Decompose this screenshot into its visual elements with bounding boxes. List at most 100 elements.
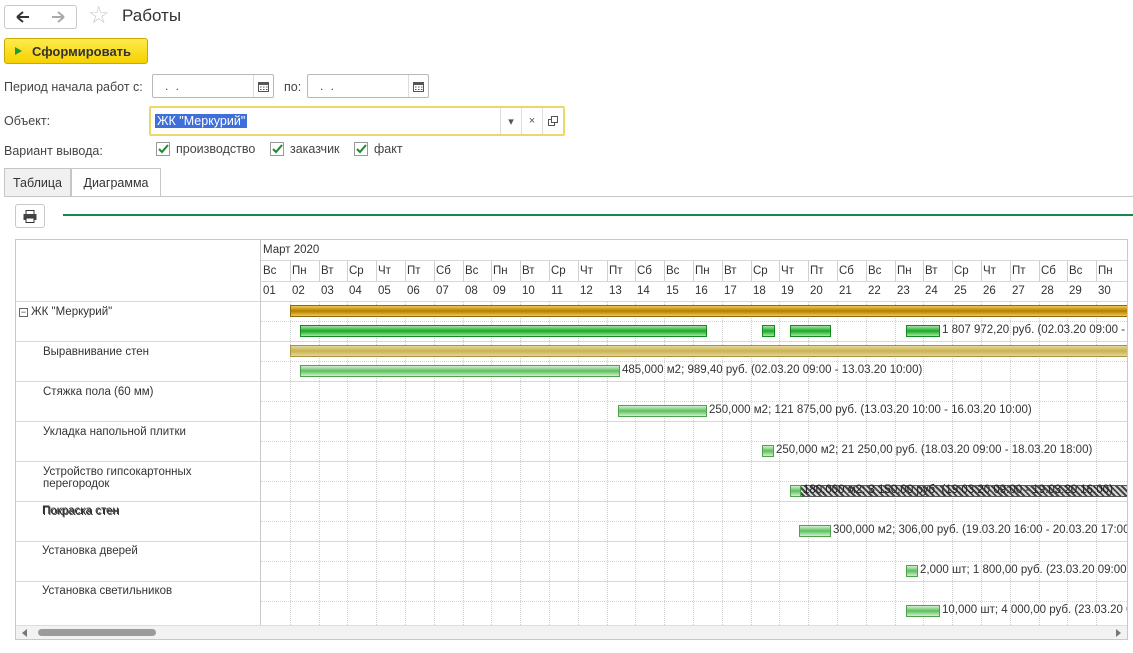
checkbox-fact[interactable]: факт — [354, 142, 403, 156]
day-name: Вт — [522, 265, 535, 277]
day-name: Пт — [810, 265, 824, 277]
checkbox-customer[interactable]: заказчик — [270, 142, 340, 156]
day-name: Сб — [637, 265, 652, 277]
day-name: Пт — [407, 265, 421, 277]
root-fact-bar[interactable] — [762, 325, 775, 337]
day-name: Чт — [580, 265, 593, 277]
task-bar[interactable] — [799, 525, 831, 537]
task-row-label[interactable]: Покраска стен — [42, 505, 119, 517]
day-divider — [491, 261, 492, 281]
tab-table[interactable]: Таблица — [4, 168, 71, 196]
day-name: Ср — [753, 265, 768, 277]
checkbox-label: заказчик — [290, 142, 340, 156]
bar-label: 300,000 м2; 306,00 руб. (19.03.20 16:00 … — [833, 524, 1127, 536]
day-name: Ср — [349, 265, 364, 277]
checkbox-production[interactable]: производство — [156, 142, 255, 156]
day-name: Вс — [263, 265, 277, 277]
month-header: Март 2020 — [261, 240, 1127, 261]
day-number: 19 — [781, 285, 794, 297]
back-button[interactable] — [4, 5, 41, 29]
day-name: Пт — [609, 265, 623, 277]
scroll-left-icon[interactable] — [22, 629, 27, 637]
root-plan-bar[interactable] — [290, 305, 1127, 317]
period-to-value: . . — [320, 79, 337, 93]
generate-button[interactable]: Сформировать — [4, 38, 148, 64]
tab-divider — [4, 196, 1133, 197]
period-to-label: по: — [284, 80, 302, 94]
object-value: ЖК "Меркурий" — [155, 114, 248, 128]
day-number: 23 — [897, 285, 910, 297]
arrow-left-icon — [15, 11, 29, 23]
task-bar[interactable] — [300, 365, 620, 377]
forward-button[interactable] — [40, 5, 77, 29]
arrow-right-icon — [52, 11, 65, 23]
task-bar[interactable] — [790, 485, 801, 497]
checkmark-icon — [270, 142, 284, 156]
task-bar[interactable] — [906, 565, 918, 577]
task-row-label[interactable]: Укладка напольной плитки — [43, 426, 186, 438]
day-divider — [635, 261, 636, 281]
task-row-label[interactable]: Выравнивание стен — [43, 346, 149, 358]
bar-label: 250,000 м2; 21 250,00 руб. (18.03.20 09:… — [776, 444, 1093, 456]
object-field[interactable]: ЖК "Меркурий" ▾ × — [149, 106, 565, 136]
day-divider — [952, 261, 953, 281]
scroll-thumb[interactable] — [38, 629, 156, 636]
dropdown-arrow-icon[interactable]: ▾ — [500, 108, 521, 134]
day-divider — [347, 261, 348, 281]
task-row-label[interactable]: Установка дверей — [42, 545, 138, 557]
calendar-icon[interactable] — [253, 75, 273, 97]
task-list: − ЖК "Меркурий" Выравнивание стен Стяжка … — [16, 240, 261, 639]
calendar-icon[interactable] — [408, 75, 428, 97]
day-number: 10 — [522, 285, 535, 297]
task-bar[interactable] — [762, 445, 774, 457]
period-from-field[interactable]: . . — [152, 74, 274, 98]
bar-label: 485,000 м2; 989,40 руб. (02.03.20 09:00 … — [622, 364, 923, 376]
day-number: 16 — [695, 285, 708, 297]
day-number: 09 — [493, 285, 506, 297]
day-divider — [405, 261, 406, 281]
period-to-field[interactable]: . . — [307, 74, 429, 98]
variant-label: Вариант вывода: — [4, 144, 103, 158]
day-name: Вт — [321, 265, 334, 277]
task-row-label[interactable]: Установка светильников — [42, 585, 172, 597]
tab-diagram[interactable]: Диаграмма — [71, 168, 161, 197]
day-name: Пн — [695, 265, 710, 277]
day-number: 13 — [609, 285, 622, 297]
day-number: 18 — [753, 285, 766, 297]
root-task[interactable]: − ЖК "Меркурий" — [19, 306, 112, 318]
open-icon[interactable] — [542, 108, 563, 134]
period-label: Период начала работ с: — [4, 80, 143, 94]
print-button[interactable] — [15, 204, 45, 228]
day-number: 17 — [724, 285, 737, 297]
day-name: Вс — [1069, 265, 1083, 277]
bar-label: 10,000 шт; 4 000,00 руб. (23.03.20 09:00… — [942, 604, 1127, 616]
root-fact-bar[interactable] — [790, 325, 831, 337]
favorite-star-icon[interactable]: ☆ — [88, 3, 110, 29]
task-row-label[interactable]: Стяжка пола (60 мм) — [43, 386, 154, 398]
task-bar[interactable] — [618, 405, 707, 417]
day-name: Сб — [839, 265, 854, 277]
day-number: 30 — [1098, 285, 1111, 297]
horizontal-scrollbar[interactable] — [16, 625, 1127, 639]
day-number: 28 — [1041, 285, 1054, 297]
gantt-timeline[interactable]: Март 2020 1 807 972,20 руб. (02.03.20 09… — [261, 240, 1127, 639]
day-name: Пн — [1098, 265, 1113, 277]
bar-label: 1 807 972,20 руб. (02.03.20 09:00 - 1... — [942, 324, 1127, 336]
task-row-label[interactable]: Устройство гипсокартонных перегородок — [43, 466, 260, 490]
day-number: 12 — [580, 285, 593, 297]
task-bar[interactable] — [906, 605, 940, 617]
gantt-chart[interactable]: − ЖК "Меркурий" Выравнивание стен Стяжка … — [15, 239, 1128, 640]
day-name: Вс — [666, 265, 680, 277]
scroll-right-icon[interactable] — [1116, 629, 1121, 637]
plan-bar[interactable] — [290, 345, 1127, 357]
day-divider — [1010, 261, 1011, 281]
day-name: Чт — [781, 265, 794, 277]
clear-icon[interactable]: × — [521, 108, 542, 134]
day-number: 20 — [810, 285, 823, 297]
root-fact-bar[interactable] — [300, 325, 707, 337]
collapse-icon[interactable]: − — [19, 308, 28, 317]
day-number: 01 — [263, 285, 276, 297]
root-fact-bar[interactable] — [906, 325, 940, 337]
day-divider — [1096, 261, 1097, 281]
period-from-value: . . — [165, 79, 182, 93]
